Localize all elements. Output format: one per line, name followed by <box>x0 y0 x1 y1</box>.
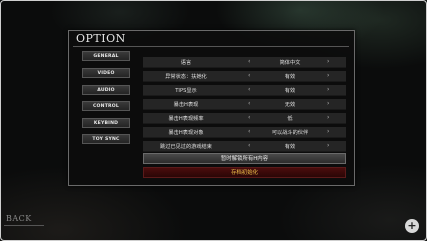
arrow-left-icon[interactable]: ‹ <box>248 128 250 135</box>
setting-row-crit-h-target[interactable]: 暴击H表现对象 ‹ 可以战斗的伙伴 › <box>143 127 346 138</box>
setting-label: 语言 <box>180 60 192 66</box>
arrow-left-icon[interactable]: ‹ <box>248 100 250 107</box>
setting-value: 有效 <box>284 144 296 150</box>
setting-value: 可以战斗的伙伴 <box>271 130 309 136</box>
setting-row-language[interactable]: 语言 ‹ 简体中文 › <box>143 57 346 68</box>
plus-icon[interactable]: + <box>405 219 419 233</box>
arrow-right-icon[interactable]: › <box>327 142 329 149</box>
title-divider <box>73 46 349 47</box>
setting-value: 有效 <box>284 88 296 94</box>
setting-label: 暴击H表现频率 <box>168 116 204 122</box>
setting-label: 暴击H表现 <box>173 102 199 108</box>
arrow-right-icon[interactable]: › <box>327 58 329 65</box>
arrow-right-icon[interactable]: › <box>327 100 329 107</box>
arrow-left-icon[interactable]: ‹ <box>248 72 250 79</box>
setting-row-crit-h-frequency[interactable]: 暴击H表现频率 ‹ 低 › <box>143 113 346 124</box>
panel-title: OPTION <box>76 32 126 45</box>
setting-row-tips[interactable]: TIPS显示 ‹ 有效 › <box>143 85 346 96</box>
save-init-button[interactable]: 存档初始化 <box>143 167 346 178</box>
setting-label: 异常状态：扶她化 <box>165 74 207 80</box>
sidebar-item-audio[interactable]: AUDIO <box>82 85 130 95</box>
setting-value: 简体中文 <box>279 60 301 66</box>
arrow-left-icon[interactable]: ‹ <box>248 114 250 121</box>
setting-row-futanari[interactable]: 异常状态：扶她化 ‹ 有效 › <box>143 71 346 82</box>
arrow-left-icon[interactable]: ‹ <box>248 58 250 65</box>
sidebar-item-control[interactable]: CONTROL <box>82 101 130 111</box>
setting-value: 无效 <box>284 102 296 108</box>
arrow-right-icon[interactable]: › <box>327 128 329 135</box>
arrow-right-icon[interactable]: › <box>327 114 329 121</box>
arrow-right-icon[interactable]: › <box>327 72 329 79</box>
unlock-all-h-button[interactable]: 暂时解锁所有H内容 <box>143 153 346 164</box>
sidebar-item-toy-sync[interactable]: TOY SYNC <box>82 134 130 144</box>
arrow-left-icon[interactable]: ‹ <box>248 142 250 149</box>
setting-value: 低 <box>287 116 293 122</box>
back-button[interactable]: BACK <box>6 214 32 223</box>
setting-value: 有效 <box>284 74 296 80</box>
setting-label: TIPS显示 <box>175 88 197 94</box>
setting-label: 跳过已见过的游戏结束 <box>160 144 212 150</box>
back-divider <box>4 225 44 226</box>
sidebar-item-video[interactable]: VIDEO <box>82 68 130 78</box>
arrow-left-icon[interactable]: ‹ <box>248 86 250 93</box>
sidebar-item-general[interactable]: GENERAL <box>82 51 130 61</box>
game-screen: OPTION GENERAL VIDEO AUDIO CONTROL KEYBI… <box>0 0 427 241</box>
sidebar-item-keybind[interactable]: KEYBIND <box>82 118 130 128</box>
setting-label: 暴击H表现对象 <box>168 130 204 136</box>
setting-row-skip-game-over[interactable]: 跳过已见过的游戏结束 ‹ 有效 › <box>143 141 346 152</box>
setting-row-crit-h[interactable]: 暴击H表现 ‹ 无效 › <box>143 99 346 110</box>
arrow-right-icon[interactable]: › <box>327 86 329 93</box>
